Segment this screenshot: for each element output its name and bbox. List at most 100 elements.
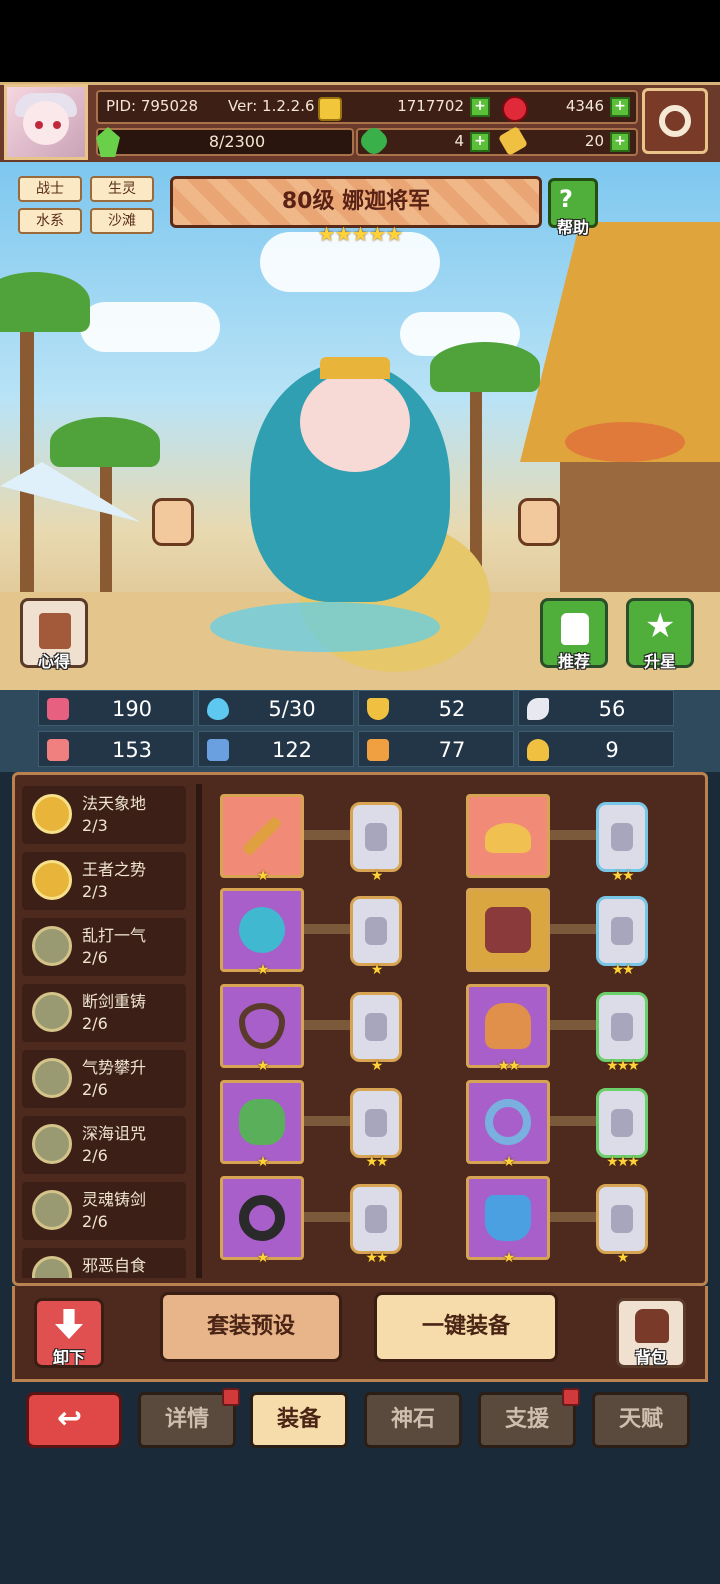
avatar-eye (35, 121, 43, 129)
player-avatar[interactable] (4, 84, 88, 160)
equip-slot-hat[interactable] (466, 794, 550, 878)
back-button[interactable]: ↩ (26, 1392, 122, 1448)
set-item[interactable]: 断剑重铸 2/6 (22, 984, 186, 1042)
clover-amount: 4 (454, 132, 464, 150)
set-item[interactable]: 深海诅咒 2/6 (22, 1116, 186, 1174)
slot-connector (550, 1212, 596, 1222)
settings-button[interactable] (642, 88, 708, 154)
set-item[interactable]: 灵魂铸剑 2/6 (22, 1182, 186, 1240)
item-stars: ★ (502, 1154, 516, 1170)
avatar-eye (53, 121, 61, 129)
set-item[interactable]: 王者之势 2/3 (22, 852, 186, 910)
stamina-value: 8/2300 (208, 132, 266, 151)
star-icon: ★ (645, 606, 676, 646)
notification-dot (222, 1388, 240, 1406)
add-clover-button[interactable]: + (470, 132, 490, 152)
ruby-amount: 4346 (565, 97, 604, 115)
slot-connector (304, 830, 350, 840)
set-item[interactable]: 邪恶自食 (22, 1248, 186, 1278)
notes-icon (39, 613, 71, 649)
rune-icon (611, 823, 633, 851)
set-item[interactable]: 法天象地 2/3 (22, 786, 186, 844)
set-count: 2/3 (82, 816, 108, 835)
add-key-button[interactable]: + (610, 132, 630, 152)
rune-icon (365, 917, 387, 945)
item-stars: ★ (256, 1250, 270, 1266)
set-medal-icon (32, 1256, 72, 1278)
item-stars: ★ (256, 962, 270, 978)
hero-face (300, 372, 410, 472)
rune-icon (365, 823, 387, 851)
stat-defense: 52 (358, 690, 514, 726)
set-medal-icon (32, 860, 72, 900)
set-name: 灵魂铸剑 (82, 1190, 147, 1209)
recommend-label: 推荐 (557, 652, 590, 671)
rune-slot[interactable] (350, 992, 402, 1062)
stat-mana: 5/30 (198, 690, 354, 726)
rune-stars: ★ (370, 868, 384, 884)
player-id: PID: 795028 (106, 97, 199, 115)
prev-hero-arrow[interactable] (152, 498, 194, 546)
rune-slot[interactable] (596, 1088, 648, 1158)
hero-title: 80级 娜迦将军 (170, 176, 542, 228)
armor-icon (485, 907, 531, 953)
notification-dot (562, 1388, 580, 1406)
set-item[interactable]: 气势攀升 2/6 (22, 1050, 186, 1108)
next-hero-arrow[interactable] (518, 498, 560, 546)
equip-slot-armor[interactable] (466, 888, 550, 972)
hero-crown (320, 357, 390, 379)
tab-divine-stone[interactable]: 神石 (364, 1392, 462, 1448)
avatar-face (23, 101, 69, 145)
stick-icon (241, 815, 283, 857)
stat-luck: 9 (518, 731, 674, 767)
rune-slot[interactable] (350, 802, 402, 872)
water-splash (210, 602, 440, 652)
luck-value: 9 (605, 738, 619, 762)
panel-divider (196, 784, 202, 1278)
rune-slot[interactable] (350, 896, 402, 966)
tab-equipment[interactable]: 装备 (250, 1392, 348, 1448)
tag-water: 水系 (18, 208, 82, 234)
rune-stars: ★★★ (606, 1154, 640, 1170)
set-count: 2/6 (82, 1212, 108, 1231)
equip-slot-bracer[interactable] (220, 888, 304, 972)
equip-slot-ring[interactable] (466, 1080, 550, 1164)
defense-value: 52 (438, 697, 466, 721)
equip-slot-weapon[interactable] (220, 794, 304, 878)
rune-slot[interactable] (350, 1184, 402, 1254)
equip-slot-gloves[interactable] (466, 984, 550, 1068)
book-icon (207, 739, 229, 761)
tab-talent[interactable]: 天赋 (592, 1392, 690, 1448)
rune-slot[interactable] (596, 1184, 648, 1254)
boot-icon (367, 739, 389, 761)
rune-stars: ★★ (611, 962, 634, 978)
add-gold-button[interactable]: + (470, 97, 490, 117)
rune-icon (611, 1205, 633, 1233)
set-count: 2/6 (82, 1080, 108, 1099)
add-ruby-button[interactable]: + (610, 97, 630, 117)
preset-button[interactable]: 套装预设 (160, 1292, 342, 1362)
backpack-icon (635, 1309, 669, 1343)
action-bar (12, 1286, 708, 1382)
auto-equip-button[interactable]: 一键装备 (374, 1292, 558, 1362)
palm-tree (100, 452, 112, 612)
gear-icon (659, 105, 691, 137)
fist-icon (47, 739, 69, 761)
set-medal-icon (32, 1058, 72, 1098)
rune-slot[interactable] (596, 896, 648, 966)
equip-slot-ring-black[interactable] (220, 1176, 304, 1260)
mana-value: 5/30 (268, 697, 316, 721)
set-bonus-list[interactable]: 法天象地 2/3 王者之势 2/3 乱打一气 2/6 断剑重铸 2/6 气势攀升… (22, 784, 190, 1278)
equip-slot-boots[interactable] (466, 1176, 550, 1260)
heart-icon (47, 698, 69, 720)
slot-connector (304, 924, 350, 934)
rune-slot[interactable] (350, 1088, 402, 1158)
palm-leaves (430, 342, 540, 392)
palm-leaves (0, 272, 90, 332)
equip-slot-charm[interactable] (220, 1080, 304, 1164)
set-item[interactable]: 乱打一气 2/6 (22, 918, 186, 976)
rune-stars: ★★ (365, 1154, 388, 1170)
rune-slot[interactable] (596, 992, 648, 1062)
equip-slot-necklace[interactable] (220, 984, 304, 1068)
rune-slot[interactable] (596, 802, 648, 872)
